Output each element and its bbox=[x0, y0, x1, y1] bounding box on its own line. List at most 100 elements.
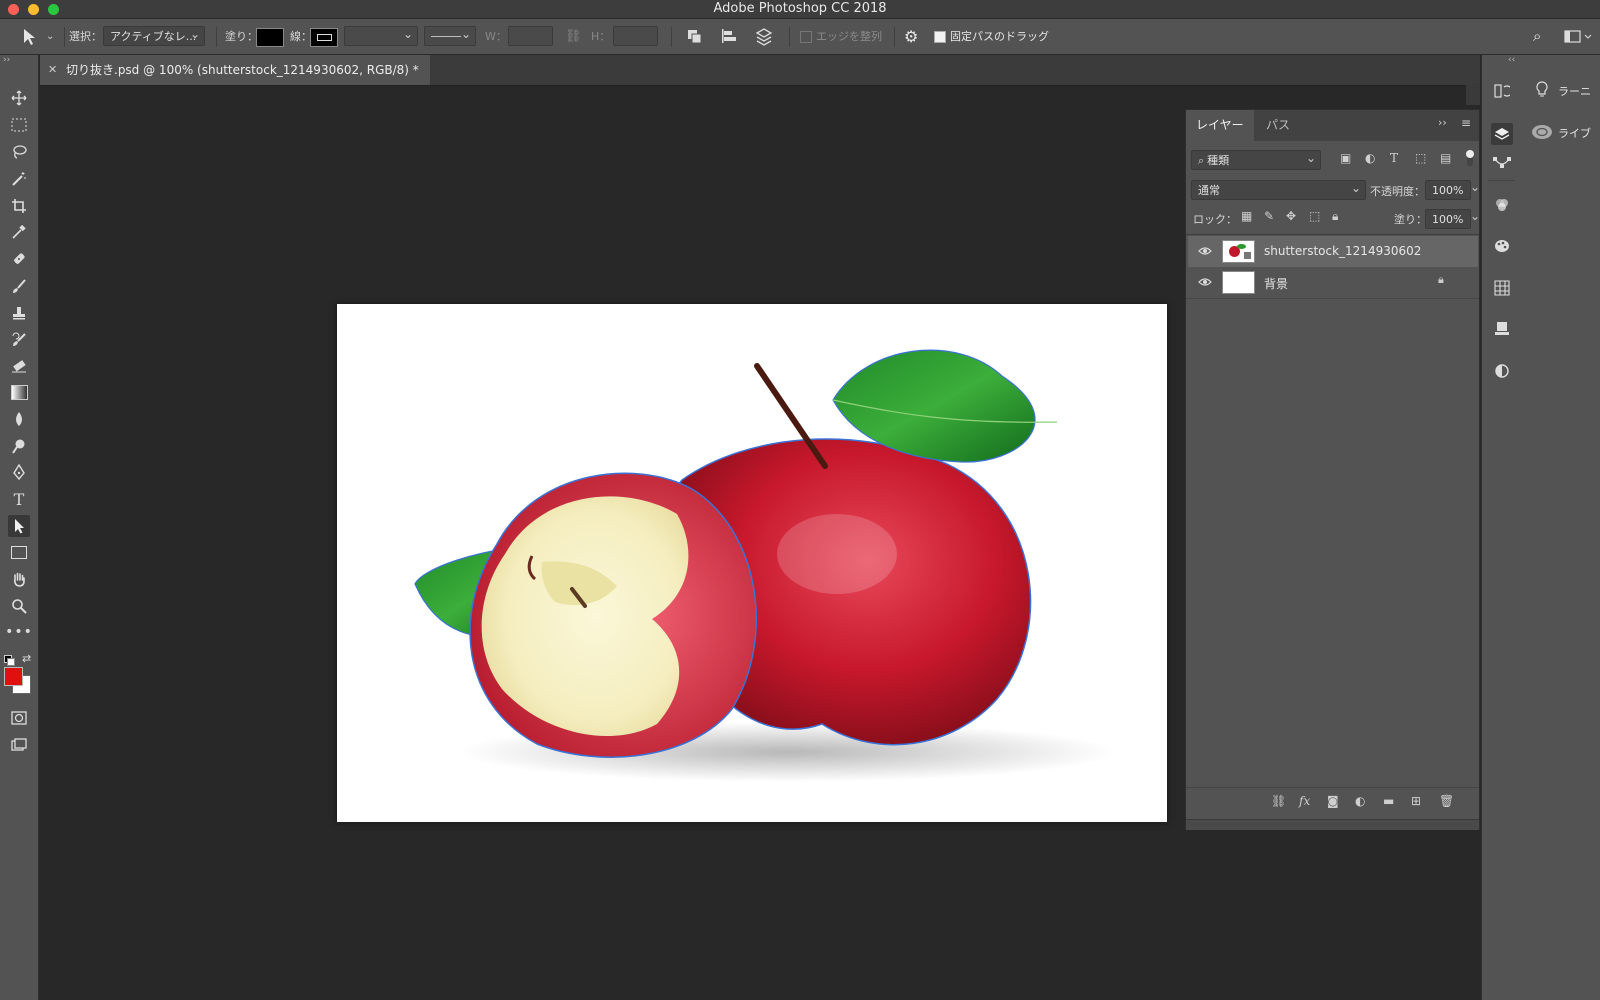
quick-mask-icon[interactable] bbox=[8, 707, 30, 729]
swap-colors-icon[interactable]: ⇄ bbox=[22, 652, 31, 665]
collapse-icons-icon[interactable]: ‹‹ bbox=[1508, 55, 1515, 65]
expand-toolbar-icon[interactable]: ›› bbox=[3, 55, 10, 65]
lock-position-icon[interactable]: ✥ bbox=[1286, 209, 1296, 223]
select-dropdown[interactable]: アクティブなレ... bbox=[103, 24, 205, 46]
default-colors-icon[interactable] bbox=[4, 655, 15, 666]
link-icon[interactable]: ⛓ bbox=[565, 19, 582, 54]
visibility-eye-icon[interactable] bbox=[1198, 275, 1212, 289]
link-layers-icon[interactable]: ⛓ bbox=[1271, 794, 1286, 808]
pixel-filter-icon[interactable]: ▣ bbox=[1340, 151, 1351, 165]
type-tool-icon[interactable]: T bbox=[8, 488, 30, 510]
tab-paths[interactable]: パス bbox=[1256, 110, 1300, 141]
layer-row-background[interactable]: 背景 🔒︎ bbox=[1188, 267, 1478, 298]
align-edges-option[interactable]: エッジを整列 bbox=[800, 19, 882, 54]
adjustments-panel-icon[interactable] bbox=[1491, 360, 1513, 382]
lock-image-icon[interactable]: ✎ bbox=[1264, 209, 1274, 223]
gear-icon[interactable]: ⚙ bbox=[904, 19, 918, 54]
rectangle-tool-icon[interactable] bbox=[8, 541, 30, 563]
hand-tool-icon[interactable] bbox=[8, 568, 30, 590]
healing-brush-tool-icon[interactable] bbox=[8, 248, 30, 270]
fill-label: 塗り： bbox=[225, 30, 258, 43]
learn-panel-button[interactable]: ラーニ bbox=[1529, 81, 1599, 103]
layer-row-shutterstock[interactable]: shutterstock_1214930602 bbox=[1188, 236, 1478, 267]
height-input[interactable] bbox=[613, 26, 658, 46]
close-tab-icon[interactable]: ✕ bbox=[48, 55, 57, 85]
fill-input[interactable]: 100% bbox=[1425, 209, 1471, 229]
path-alignment-icon[interactable] bbox=[720, 19, 738, 54]
constrain-path-checkbox[interactable] bbox=[934, 31, 946, 43]
gradient-tool-icon[interactable] bbox=[8, 381, 30, 403]
opacity-input[interactable]: 100% bbox=[1425, 180, 1471, 200]
pen-tool-icon[interactable] bbox=[8, 461, 30, 483]
layers-panel-icon[interactable] bbox=[1491, 123, 1513, 145]
history-brush-tool-icon[interactable] bbox=[8, 328, 30, 350]
lasso-tool-icon[interactable] bbox=[8, 141, 30, 163]
stroke-swatch[interactable] bbox=[310, 28, 338, 47]
smart-object-filter-icon[interactable]: ▤ bbox=[1440, 151, 1451, 165]
document-tab-title: 切り抜き.psd @ 100% (shutterstock_1214930602… bbox=[66, 63, 419, 77]
fill-swatch[interactable] bbox=[256, 28, 284, 47]
lock-transparent-icon[interactable]: ▦ bbox=[1241, 209, 1252, 223]
workspace-icon[interactable] bbox=[1564, 19, 1594, 54]
fill-label: 塗り： bbox=[1394, 213, 1427, 226]
libraries-panel-button[interactable]: ライブ bbox=[1529, 123, 1599, 145]
window-title: Adobe Photoshop CC 2018 bbox=[713, 1, 887, 16]
lock-all-icon[interactable]: 🔒︎ bbox=[1332, 209, 1338, 224]
history-panel-icon[interactable] bbox=[1491, 80, 1513, 102]
type-filter-icon[interactable]: T bbox=[1390, 151, 1398, 165]
swatches-panel-icon[interactable] bbox=[1491, 235, 1513, 257]
blend-mode-dropdown[interactable]: 通常 bbox=[1191, 178, 1366, 200]
magic-wand-tool-icon[interactable] bbox=[8, 168, 30, 190]
add-mask-icon[interactable]: ◙ bbox=[1327, 794, 1339, 808]
clone-stamp-tool-icon[interactable] bbox=[8, 302, 30, 324]
document-canvas[interactable] bbox=[337, 304, 1167, 822]
filter-toggle[interactable] bbox=[1466, 150, 1474, 166]
brush-tool-icon[interactable] bbox=[8, 275, 30, 297]
marquee-tool-icon[interactable] bbox=[8, 114, 30, 136]
dodge-tool-icon[interactable] bbox=[8, 435, 30, 457]
3d-panel-icon[interactable] bbox=[1491, 318, 1513, 340]
visibility-eye-icon[interactable] bbox=[1198, 244, 1212, 258]
eyedropper-tool-icon[interactable] bbox=[8, 221, 30, 243]
lock-artboard-icon[interactable]: ⬚ bbox=[1309, 209, 1320, 223]
opacity-chevron-icon[interactable]: ⌄ bbox=[1470, 180, 1480, 194]
stroke-width-field[interactable] bbox=[344, 24, 418, 46]
constrain-path-option[interactable]: 固定パスのドラッグ bbox=[934, 19, 1049, 54]
path-selection-tool-icon[interactable] bbox=[8, 515, 30, 537]
move-tool-icon[interactable] bbox=[8, 87, 30, 109]
search-icon[interactable]: ⌕ bbox=[1533, 19, 1541, 54]
shape-filter-icon[interactable]: ⬚ bbox=[1415, 151, 1426, 165]
document-tab[interactable]: ✕ 切り抜き.psd @ 100% (shutterstock_12149306… bbox=[40, 55, 430, 85]
new-group-icon[interactable]: ▬ bbox=[1383, 794, 1394, 808]
blur-tool-icon[interactable] bbox=[8, 408, 30, 430]
more-tools-icon[interactable]: ••• bbox=[5, 621, 32, 643]
chevron-down-icon[interactable]: ⌄ bbox=[46, 19, 54, 54]
panel-menu-icon[interactable]: ≡ bbox=[1461, 116, 1471, 130]
channels-panel-icon[interactable] bbox=[1491, 194, 1513, 216]
stroke-type-dropdown[interactable] bbox=[424, 24, 476, 46]
adjustment-filter-icon[interactable]: ◐ bbox=[1365, 151, 1375, 165]
layers-panel-tabs: レイヤー パス ›› ≡ bbox=[1186, 110, 1479, 141]
layer-filter-dropdown[interactable]: ⌕ 種類 bbox=[1191, 148, 1321, 170]
fx-icon[interactable]: fx bbox=[1299, 794, 1310, 808]
path-arrangement-icon[interactable] bbox=[754, 19, 774, 54]
fill-chevron-icon[interactable]: ⌄ bbox=[1470, 209, 1480, 223]
vertical-scrollbar-stub[interactable] bbox=[1466, 85, 1480, 105]
foreground-color-swatch[interactable] bbox=[4, 667, 23, 686]
adjustment-layer-icon[interactable]: ◐ bbox=[1355, 794, 1365, 808]
trash-icon[interactable]: 🗑︎ bbox=[1439, 794, 1454, 808]
grid-panel-icon[interactable] bbox=[1491, 277, 1513, 299]
width-input[interactable] bbox=[508, 26, 553, 46]
align-edges-checkbox[interactable] bbox=[800, 31, 812, 43]
path-selection-tool-preset[interactable] bbox=[20, 19, 53, 54]
paths-panel-icon[interactable] bbox=[1491, 152, 1513, 174]
h-label: H： bbox=[591, 30, 611, 43]
new-layer-icon[interactable]: ⊞ bbox=[1411, 794, 1421, 808]
crop-tool-icon[interactable] bbox=[8, 195, 30, 217]
zoom-tool-icon[interactable] bbox=[8, 595, 30, 617]
collapse-panel-icon[interactable]: ›› bbox=[1438, 116, 1447, 129]
screen-mode-icon[interactable] bbox=[8, 734, 30, 756]
path-operations-icon[interactable] bbox=[686, 19, 704, 54]
tab-layers[interactable]: レイヤー bbox=[1186, 110, 1254, 141]
eraser-tool-icon[interactable] bbox=[8, 355, 30, 377]
